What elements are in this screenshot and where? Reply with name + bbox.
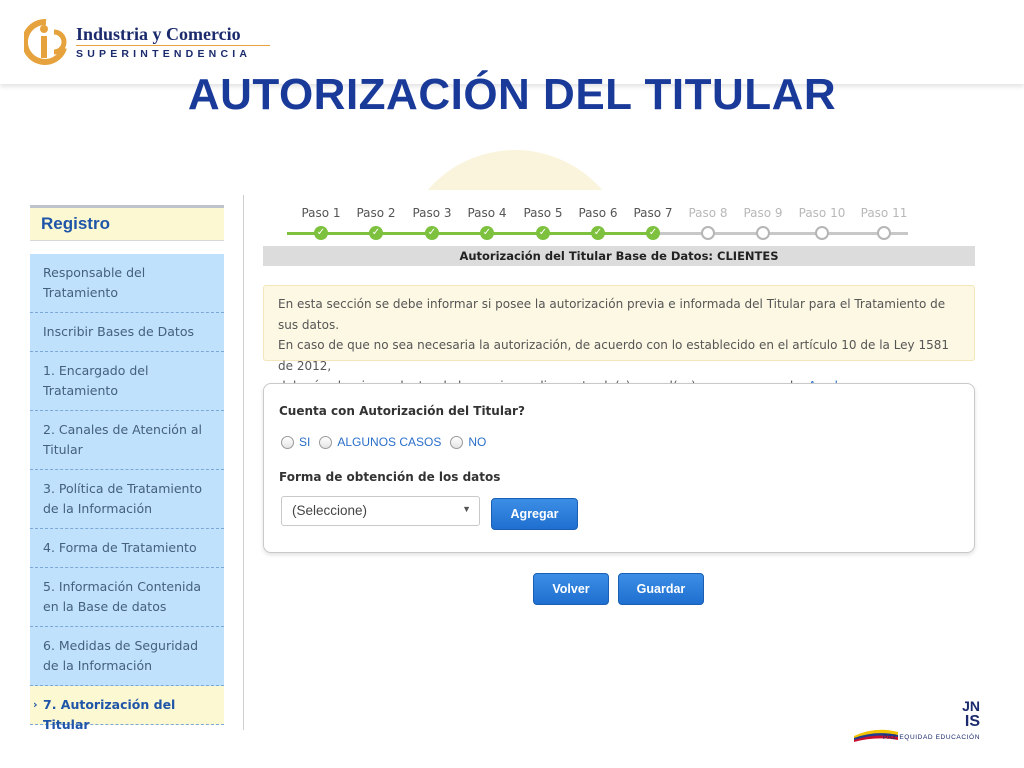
check-icon: ✓	[646, 226, 660, 240]
step-label-3: Paso 3	[412, 206, 452, 220]
sidebar-divider	[243, 195, 244, 730]
sidebar-item-responsable[interactable]: Responsable del Tratamiento	[30, 254, 224, 313]
step-label-8: Paso 8	[688, 206, 728, 220]
step-label-7: Paso 7	[633, 206, 673, 220]
check-icon: ✓	[369, 226, 383, 240]
step-label-2: Paso 2	[356, 206, 396, 220]
logo-subtitle: SUPERINTENDENCIA	[76, 48, 252, 60]
step-label-9: Paso 9	[743, 206, 783, 220]
info-box: En esta sección se debe informar si pose…	[263, 285, 975, 393]
logo-text-1: JN	[962, 698, 980, 714]
logo-divider	[76, 45, 270, 46]
sidebar-item-label: 7. Autorización del Titular	[43, 697, 176, 732]
radio-no-label: NO	[468, 435, 487, 449]
sic-logo: Industria y Comercio SUPERINTENDENCIA	[24, 18, 270, 70]
logo-text-2: IS	[964, 713, 980, 730]
check-icon: ✓	[536, 226, 550, 240]
sidebar-item-canales[interactable]: 2. Canales de Atención al Titular	[30, 411, 224, 470]
back-button[interactable]: Volver	[533, 573, 609, 605]
caret-down-icon: ▼	[462, 504, 471, 514]
method-label: Forma de obtención de los datos	[279, 470, 501, 484]
stepper-track-pending	[653, 232, 908, 235]
radio-option-algunos-casos[interactable]: ALGUNOS CASOS	[319, 435, 441, 449]
sidebar-item-encargado[interactable]: 1. Encargado del Tratamiento	[30, 352, 224, 411]
save-button[interactable]: Guardar	[618, 573, 704, 605]
chevron-right-icon: ›	[33, 698, 38, 711]
check-icon: ✓	[314, 226, 328, 240]
check-icon: ✓	[591, 226, 605, 240]
authorization-form: Cuenta con Autorización del Titular? SI …	[263, 383, 975, 553]
step-label-4: Paso 4	[467, 206, 507, 220]
step-pending-icon	[701, 226, 715, 240]
step-pending-icon	[877, 226, 891, 240]
database-title-bar: Autorización del Titular Base de Datos: …	[263, 246, 975, 266]
info-line-2: En caso de que no sea necesaria la autor…	[278, 338, 950, 373]
sidebar: Registro Responsable del Tratamiento Ins…	[30, 205, 224, 732]
add-button[interactable]: Agregar	[491, 498, 578, 530]
sidebar-item-medidas-seguridad[interactable]: 6. Medidas de Seguridad de la Informació…	[30, 627, 224, 686]
radio-option-si[interactable]: SI	[281, 435, 310, 449]
method-select[interactable]: (Seleccione) ▼	[281, 496, 480, 526]
sidebar-item-autorizacion[interactable]: › 7. Autorización del Titular	[30, 686, 224, 732]
sidebar-menu: Responsable del Tratamiento Inscribir Ba…	[30, 254, 224, 732]
sidebar-title: Registro	[30, 205, 224, 241]
step-label-5: Paso 5	[523, 206, 563, 220]
government-logo: JN IS PAZ EQUIDAD EDUCACIÓN	[854, 698, 1004, 748]
sidebar-item-politica[interactable]: 3. Política de Tratamiento de la Informa…	[30, 470, 224, 529]
slide-title: AUTORIZACIÓN DEL TITULAR	[187, 70, 837, 119]
background-watermark	[400, 150, 630, 190]
step-label-6: Paso 6	[578, 206, 618, 220]
sidebar-item-forma-tratamiento[interactable]: 4. Forma de Tratamiento	[30, 529, 224, 568]
radio-si-label: SI	[299, 435, 311, 449]
check-icon: ✓	[480, 226, 494, 240]
logo-slogan: PAZ EQUIDAD EDUCACIÓN	[883, 734, 980, 741]
step-pending-icon	[756, 226, 770, 240]
step-label-1: Paso 1	[301, 206, 341, 220]
radio-si[interactable]	[281, 435, 294, 449]
method-select-value: (Seleccione)	[292, 503, 368, 518]
authorization-question-label: Cuenta con Autorización del Titular?	[279, 404, 525, 418]
progress-stepper: Paso 1 ✓ Paso 2 ✓ Paso 3 ✓ Paso 4 ✓ Paso 5 ✓ Paso …	[263, 200, 975, 244]
check-icon: ✓	[425, 226, 439, 240]
radio-algunos-casos-label: ALGUNOS CASOS	[337, 435, 442, 449]
sidebar-item-informacion-contenida[interactable]: 5. Información Contenida en la Base de d…	[30, 568, 224, 627]
sidebar-item-inscribir-bases[interactable]: Inscribir Bases de Datos	[30, 313, 224, 352]
radio-option-no[interactable]: NO	[450, 435, 486, 449]
info-line-1: En esta sección se debe informar si pose…	[278, 297, 946, 332]
step-pending-icon	[815, 226, 829, 240]
radio-no[interactable]	[450, 435, 464, 449]
step-label-10: Paso 10	[798, 206, 846, 220]
logo-title: Industria y Comercio	[76, 24, 241, 44]
radio-algunos-casos[interactable]	[319, 435, 333, 449]
authorization-radio-group: SI ALGUNOS CASOS NO	[281, 435, 495, 449]
step-label-11: Paso 11	[860, 206, 908, 220]
sic-logo-icon	[24, 18, 67, 65]
